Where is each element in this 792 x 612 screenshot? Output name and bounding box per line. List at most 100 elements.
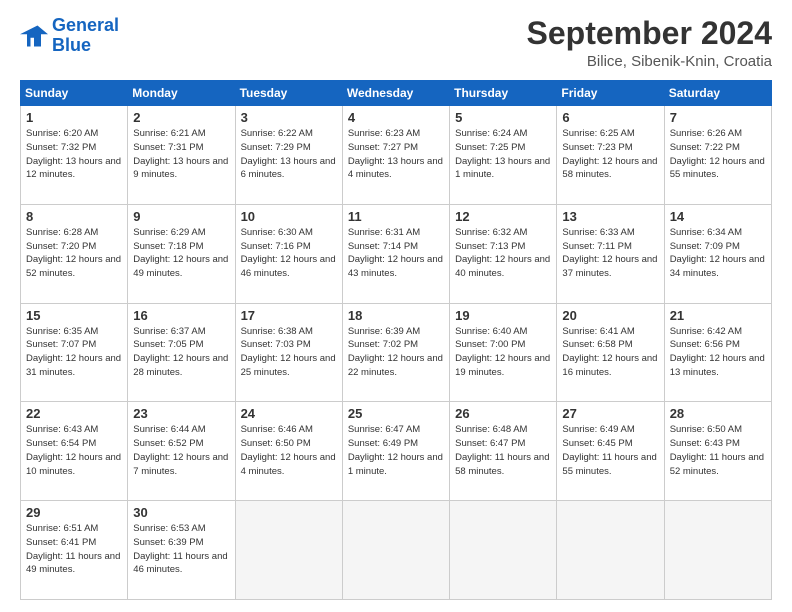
day-number: 11 [348, 209, 444, 224]
day-number: 25 [348, 406, 444, 421]
week-row-3: 15 Sunrise: 6:35 AM Sunset: 7:07 PM Dayl… [21, 303, 772, 402]
sunset-label: Sunset: 6:58 PM [562, 338, 658, 352]
day-number: 2 [133, 110, 229, 125]
cell-week4-day5: 27 Sunrise: 6:49 AM Sunset: 6:45 PM Dayl… [557, 402, 664, 501]
col-thursday: Thursday [450, 81, 557, 106]
sunrise-label: Sunrise: 6:40 AM [455, 325, 551, 339]
col-saturday: Saturday [664, 81, 771, 106]
daylight-label: Daylight: 12 hours and 34 minutes. [670, 253, 766, 281]
sunset-label: Sunset: 7:00 PM [455, 338, 551, 352]
daylight-label: Daylight: 13 hours and 9 minutes. [133, 155, 229, 183]
sunset-label: Sunset: 6:47 PM [455, 437, 551, 451]
sunset-label: Sunset: 7:02 PM [348, 338, 444, 352]
day-number: 17 [241, 308, 337, 323]
sunrise-label: Sunrise: 6:21 AM [133, 127, 229, 141]
day-number: 9 [133, 209, 229, 224]
sunrise-label: Sunrise: 6:37 AM [133, 325, 229, 339]
page: General Blue September 2024 Bilice, Sibe… [0, 0, 792, 612]
cell-week3-day4: 19 Sunrise: 6:40 AM Sunset: 7:00 PM Dayl… [450, 303, 557, 402]
sunrise-label: Sunrise: 6:39 AM [348, 325, 444, 339]
cell-week2-day5: 13 Sunrise: 6:33 AM Sunset: 7:11 PM Dayl… [557, 204, 664, 303]
day-number: 29 [26, 505, 122, 520]
day-number: 20 [562, 308, 658, 323]
week-row-1: 1 Sunrise: 6:20 AM Sunset: 7:32 PM Dayli… [21, 106, 772, 205]
location: Bilice, Sibenik-Knin, Croatia [527, 53, 772, 70]
sunset-label: Sunset: 6:49 PM [348, 437, 444, 451]
cell-week4-day0: 22 Sunrise: 6:43 AM Sunset: 6:54 PM Dayl… [21, 402, 128, 501]
daylight-label: Daylight: 12 hours and 7 minutes. [133, 451, 229, 479]
sunrise-label: Sunrise: 6:23 AM [348, 127, 444, 141]
sunrise-label: Sunrise: 6:30 AM [241, 226, 337, 240]
daylight-label: Daylight: 12 hours and 31 minutes. [26, 352, 122, 380]
day-number: 7 [670, 110, 766, 125]
sunrise-label: Sunrise: 6:43 AM [26, 423, 122, 437]
day-info: Sunrise: 6:34 AM Sunset: 7:09 PM Dayligh… [670, 226, 766, 281]
week-row-2: 8 Sunrise: 6:28 AM Sunset: 7:20 PM Dayli… [21, 204, 772, 303]
cell-week3-day1: 16 Sunrise: 6:37 AM Sunset: 7:05 PM Dayl… [128, 303, 235, 402]
day-info: Sunrise: 6:43 AM Sunset: 6:54 PM Dayligh… [26, 423, 122, 478]
day-info: Sunrise: 6:40 AM Sunset: 7:00 PM Dayligh… [455, 325, 551, 380]
day-info: Sunrise: 6:50 AM Sunset: 6:43 PM Dayligh… [670, 423, 766, 478]
sunset-label: Sunset: 7:31 PM [133, 141, 229, 155]
cell-week3-day5: 20 Sunrise: 6:41 AM Sunset: 6:58 PM Dayl… [557, 303, 664, 402]
sunrise-label: Sunrise: 6:31 AM [348, 226, 444, 240]
day-info: Sunrise: 6:32 AM Sunset: 7:13 PM Dayligh… [455, 226, 551, 281]
month-title: September 2024 [527, 16, 772, 51]
calendar-body: 1 Sunrise: 6:20 AM Sunset: 7:32 PM Dayli… [21, 106, 772, 600]
day-info: Sunrise: 6:51 AM Sunset: 6:41 PM Dayligh… [26, 522, 122, 577]
day-info: Sunrise: 6:26 AM Sunset: 7:22 PM Dayligh… [670, 127, 766, 182]
sunrise-label: Sunrise: 6:24 AM [455, 127, 551, 141]
day-number: 3 [241, 110, 337, 125]
day-number: 21 [670, 308, 766, 323]
day-number: 5 [455, 110, 551, 125]
cell-week2-day1: 9 Sunrise: 6:29 AM Sunset: 7:18 PM Dayli… [128, 204, 235, 303]
day-info: Sunrise: 6:41 AM Sunset: 6:58 PM Dayligh… [562, 325, 658, 380]
sunset-label: Sunset: 7:18 PM [133, 240, 229, 254]
cell-week3-day0: 15 Sunrise: 6:35 AM Sunset: 7:07 PM Dayl… [21, 303, 128, 402]
sunset-label: Sunset: 7:22 PM [670, 141, 766, 155]
day-info: Sunrise: 6:29 AM Sunset: 7:18 PM Dayligh… [133, 226, 229, 281]
sunset-label: Sunset: 7:27 PM [348, 141, 444, 155]
cell-week1-day5: 6 Sunrise: 6:25 AM Sunset: 7:23 PM Dayli… [557, 106, 664, 205]
day-number: 1 [26, 110, 122, 125]
cell-week2-day6: 14 Sunrise: 6:34 AM Sunset: 7:09 PM Dayl… [664, 204, 771, 303]
daylight-label: Daylight: 12 hours and 43 minutes. [348, 253, 444, 281]
sunset-label: Sunset: 6:52 PM [133, 437, 229, 451]
day-number: 6 [562, 110, 658, 125]
day-number: 16 [133, 308, 229, 323]
cell-week1-day6: 7 Sunrise: 6:26 AM Sunset: 7:22 PM Dayli… [664, 106, 771, 205]
sunrise-label: Sunrise: 6:25 AM [562, 127, 658, 141]
sunrise-label: Sunrise: 6:53 AM [133, 522, 229, 536]
day-number: 13 [562, 209, 658, 224]
cell-week2-day3: 11 Sunrise: 6:31 AM Sunset: 7:14 PM Dayl… [342, 204, 449, 303]
col-wednesday: Wednesday [342, 81, 449, 106]
sunset-label: Sunset: 7:20 PM [26, 240, 122, 254]
col-friday: Friday [557, 81, 664, 106]
day-info: Sunrise: 6:39 AM Sunset: 7:02 PM Dayligh… [348, 325, 444, 380]
sunrise-label: Sunrise: 6:38 AM [241, 325, 337, 339]
daylight-label: Daylight: 13 hours and 4 minutes. [348, 155, 444, 183]
cell-week5-day0: 29 Sunrise: 6:51 AM Sunset: 6:41 PM Dayl… [21, 501, 128, 600]
sunrise-label: Sunrise: 6:46 AM [241, 423, 337, 437]
sunrise-label: Sunrise: 6:35 AM [26, 325, 122, 339]
cell-week3-day3: 18 Sunrise: 6:39 AM Sunset: 7:02 PM Dayl… [342, 303, 449, 402]
daylight-label: Daylight: 11 hours and 55 minutes. [562, 451, 658, 479]
calendar-table: Sunday Monday Tuesday Wednesday Thursday… [20, 80, 772, 600]
day-info: Sunrise: 6:46 AM Sunset: 6:50 PM Dayligh… [241, 423, 337, 478]
day-info: Sunrise: 6:44 AM Sunset: 6:52 PM Dayligh… [133, 423, 229, 478]
day-number: 19 [455, 308, 551, 323]
day-info: Sunrise: 6:38 AM Sunset: 7:03 PM Dayligh… [241, 325, 337, 380]
daylight-label: Daylight: 12 hours and 28 minutes. [133, 352, 229, 380]
logo-line2: Blue [52, 35, 91, 55]
daylight-label: Daylight: 13 hours and 1 minute. [455, 155, 551, 183]
day-info: Sunrise: 6:53 AM Sunset: 6:39 PM Dayligh… [133, 522, 229, 577]
cell-week2-day2: 10 Sunrise: 6:30 AM Sunset: 7:16 PM Dayl… [235, 204, 342, 303]
cell-week5-day2 [235, 501, 342, 600]
day-number: 4 [348, 110, 444, 125]
cell-week2-day4: 12 Sunrise: 6:32 AM Sunset: 7:13 PM Dayl… [450, 204, 557, 303]
daylight-label: Daylight: 12 hours and 55 minutes. [670, 155, 766, 183]
day-number: 14 [670, 209, 766, 224]
sunrise-label: Sunrise: 6:29 AM [133, 226, 229, 240]
daylight-label: Daylight: 12 hours and 40 minutes. [455, 253, 551, 281]
day-info: Sunrise: 6:33 AM Sunset: 7:11 PM Dayligh… [562, 226, 658, 281]
